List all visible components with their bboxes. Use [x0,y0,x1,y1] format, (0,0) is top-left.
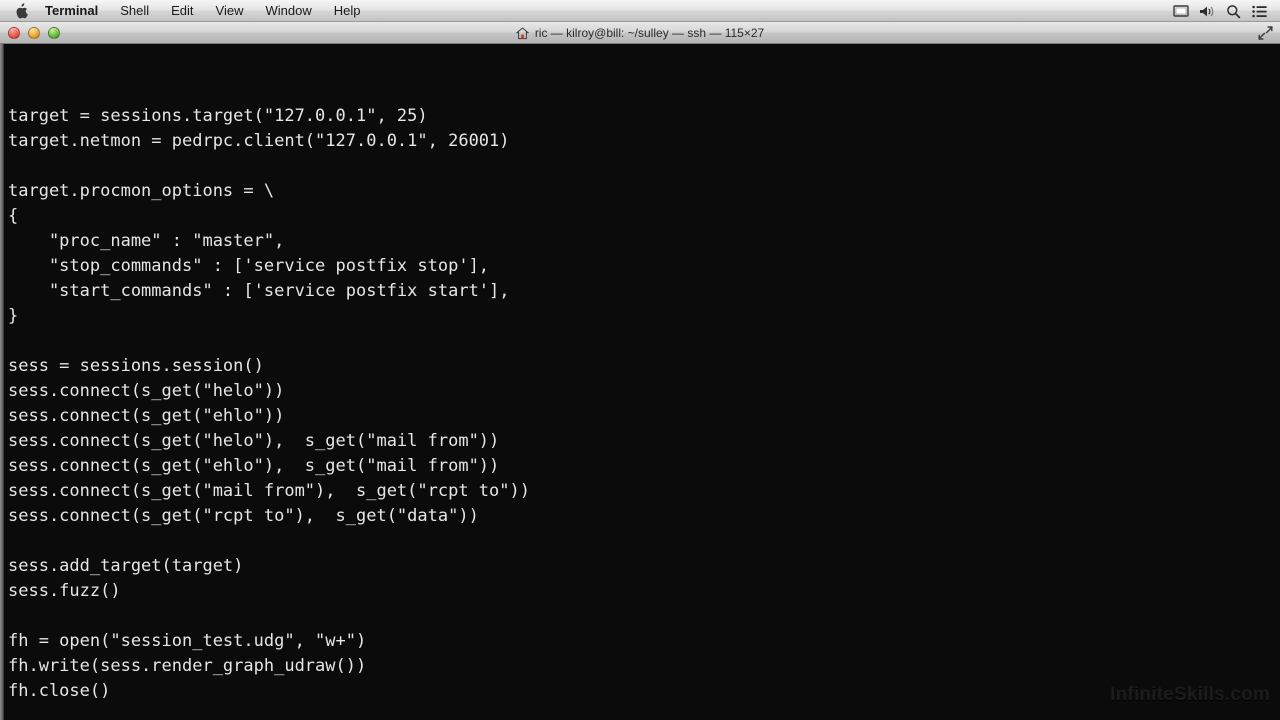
minimize-button[interactable] [28,27,40,39]
display-icon[interactable] [1170,0,1192,22]
window-title-group: ric — kilroy@bill: ~/sulley — ssh — 115×… [0,22,1280,44]
terminal-line: { [8,206,19,226]
volume-icon[interactable] [1196,0,1218,22]
macos-menubar: Terminal Shell Edit View Window Help [0,0,1280,22]
terminal-body[interactable]: target = sessions.target("127.0.0.1", 25… [0,44,1280,720]
apple-glyph-svg [16,2,28,18]
terminal-line: sess.connect(s_get("mail from"), s_get("… [8,481,530,501]
menu-item-help[interactable]: Help [323,0,372,22]
search-icon[interactable] [1222,0,1244,22]
menubar-left-group: Terminal Shell Edit View Window Help [0,0,372,21]
terminal-code-lines: target = sessions.target("127.0.0.1", 25… [8,104,1272,720]
terminal-line: fh.close() [8,681,111,701]
window-title-text: ric — kilroy@bill: ~/sulley — ssh — 115×… [534,26,765,40]
terminal-line: target.netmon = pedrpc.client("127.0.0.1… [8,131,510,151]
fullscreen-glyph-svg [1258,26,1273,40]
list-menu-glyph-svg [1251,5,1267,17]
menu-item-edit[interactable]: Edit [160,0,204,22]
menubar-status-group [1170,0,1280,22]
terminal-line: sess = sessions.session() [8,356,264,376]
terminal-line: sess.connect(s_get("ehlo")) [8,406,285,426]
terminal-line: "stop_commands" : ['service postfix stop… [8,256,490,276]
display-glyph-svg [1173,5,1189,17]
search-glyph-svg [1226,4,1240,18]
terminal-line: sess.connect(s_get("helo"), s_get("mail … [8,431,500,451]
terminal-line: } [8,306,19,326]
terminal-line: target = sessions.target("127.0.0.1", 25… [8,106,428,126]
terminal-line: "proc_name" : "master", [8,231,285,251]
home-icon [515,26,529,40]
terminal-line: sess.connect(s_get("ehlo"), s_get("mail … [8,456,500,476]
window-titlebar[interactable]: ric — kilroy@bill: ~/sulley — ssh — 115×… [0,22,1280,44]
terminal-line: "start_commands" : ['service postfix sta… [8,281,510,301]
list-menu-icon[interactable] [1248,0,1270,22]
terminal-line: fh = open("session_test.udg", "w+") [8,631,367,651]
terminal-output: target = sessions.target("127.0.0.1", 25… [8,54,1272,720]
terminal-line: sess.fuzz() [8,581,121,601]
menu-item-view[interactable]: View [205,0,255,22]
close-button[interactable] [8,27,20,39]
maximize-button[interactable] [48,27,60,39]
terminal-line: sess.connect(s_get("rcpt to"), s_get("da… [8,506,479,526]
menu-item-shell[interactable]: Shell [109,0,160,22]
menu-item-terminal[interactable]: Terminal [34,0,109,22]
window-controls [8,22,60,44]
terminal-line: sess.connect(s_get("helo")) [8,381,285,401]
terminal-window: ric — kilroy@bill: ~/sulley — ssh — 115×… [0,22,1280,720]
terminal-line: fh.write(sess.render_graph_udraw()) [8,656,367,676]
fullscreen-button[interactable] [1257,25,1274,41]
home-glyph-svg [515,26,529,39]
terminal-line: target.procmon_options = \ [8,181,275,201]
menu-item-window[interactable]: Window [255,0,323,22]
watermark: InfiniteSkills.com [1110,684,1270,705]
terminal-scrollbar[interactable] [0,44,4,720]
terminal-line: sess.add_target(target) [8,556,244,576]
screen: Terminal Shell Edit View Window Help ric… [0,0,1280,720]
volume-glyph-svg [1200,6,1214,16]
apple-logo-icon[interactable] [8,0,34,22]
